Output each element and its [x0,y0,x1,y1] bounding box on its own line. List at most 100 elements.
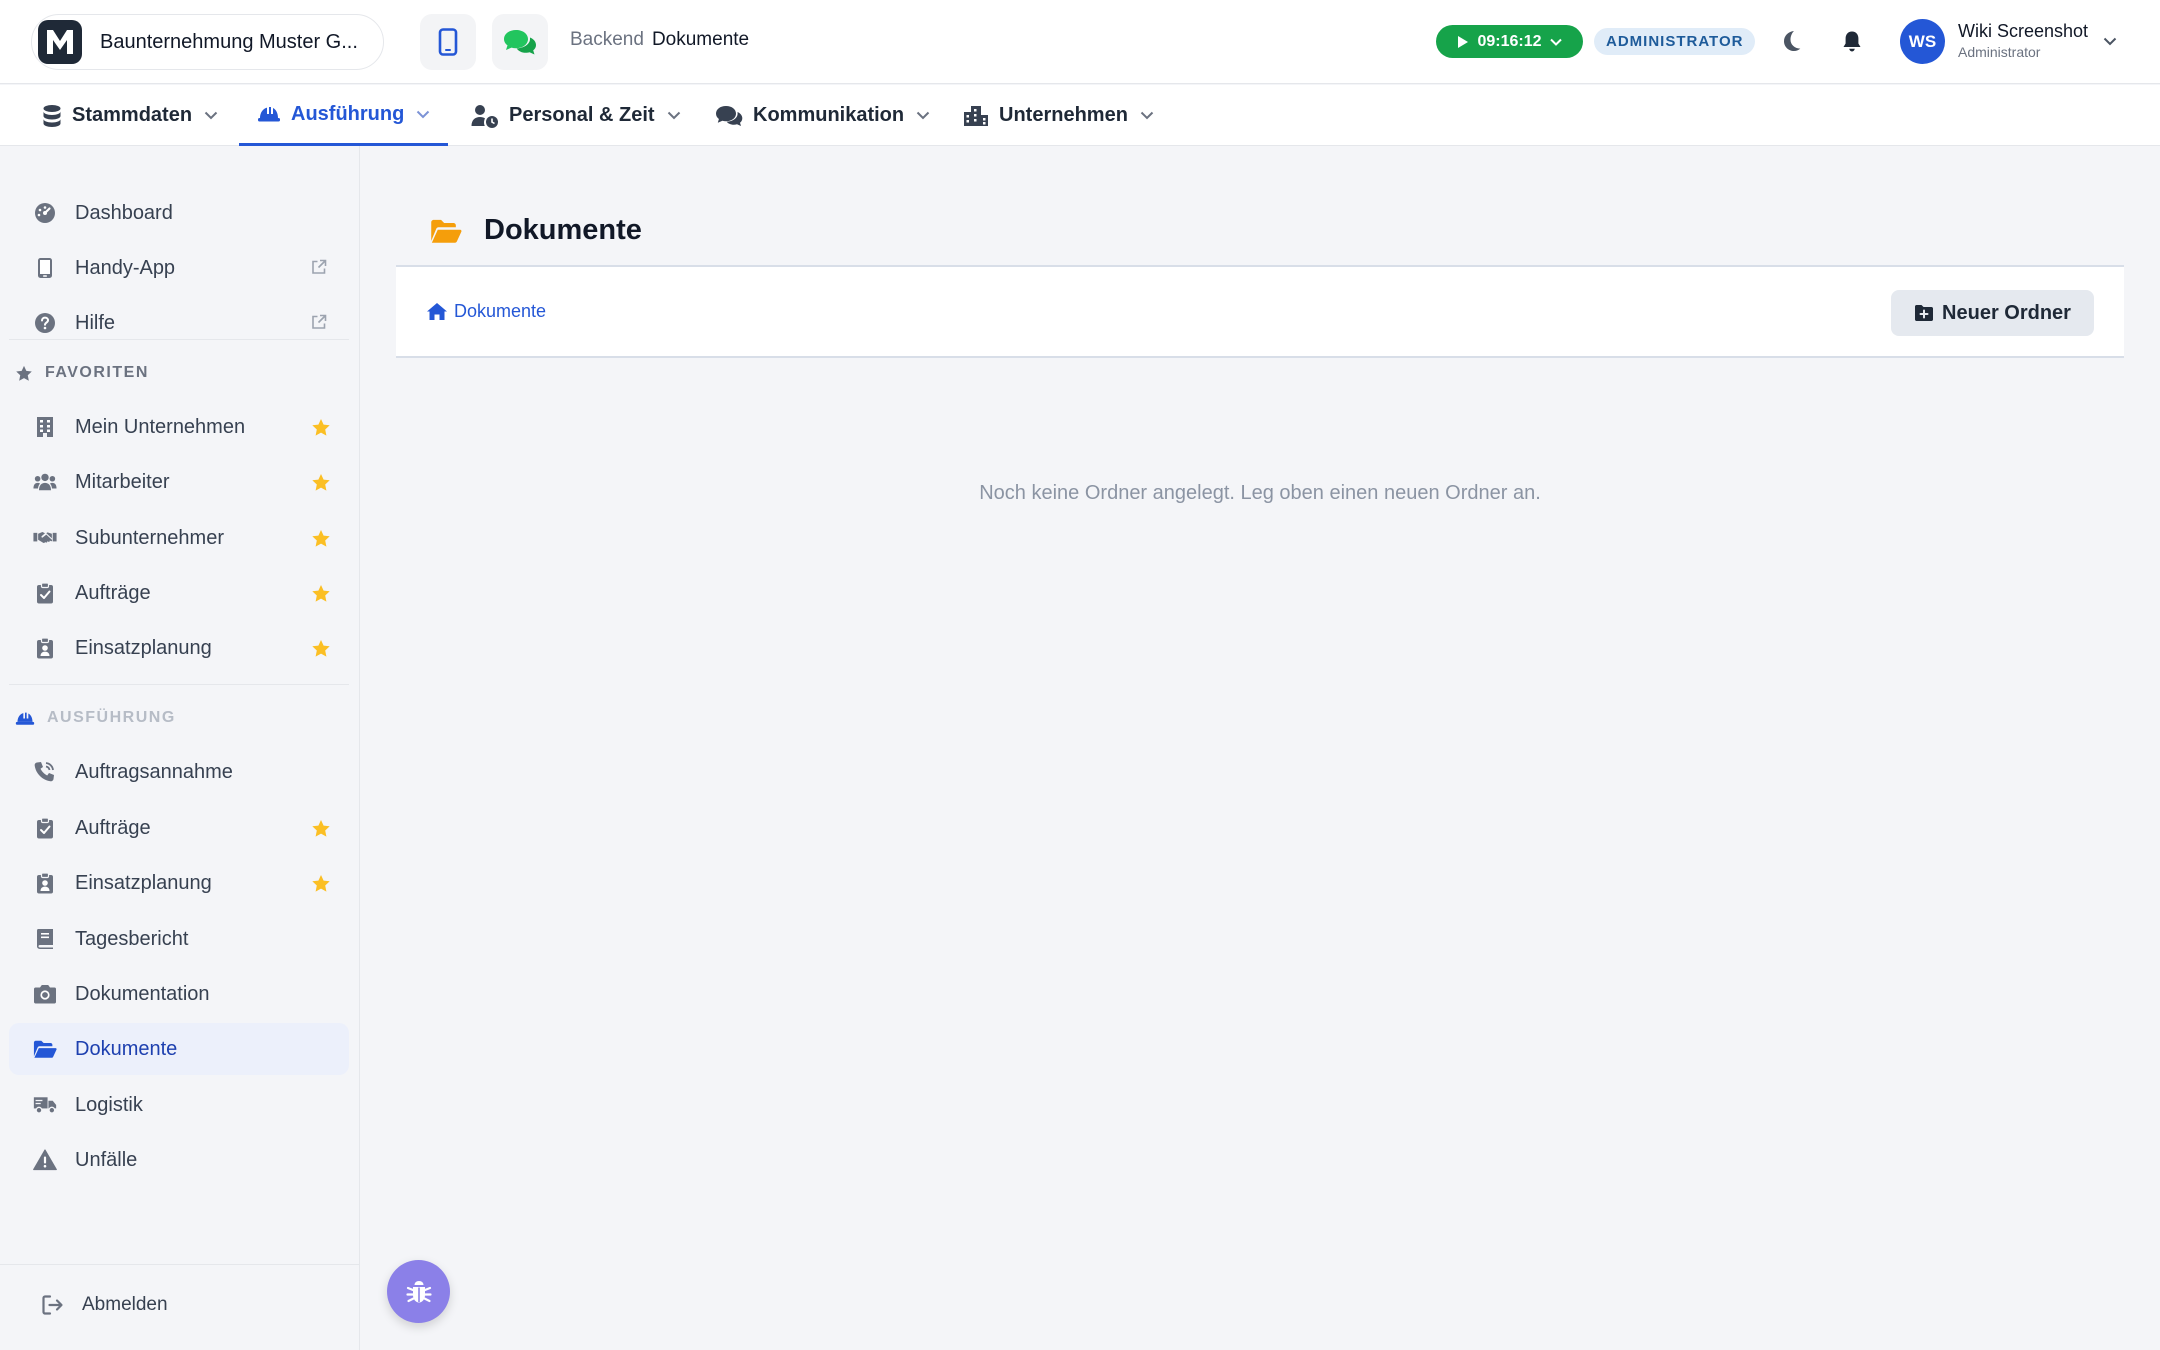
new-folder-label: Neuer Ordner [1942,301,2071,324]
chevron-down-icon [204,111,218,120]
new-folder-button[interactable]: Neuer Ordner [1891,290,2094,336]
star-icon[interactable] [311,418,331,437]
comments-icon [504,30,536,55]
sidebar-item-label: Hilfe [75,311,116,334]
role-badge: ADMINISTRATOR [1594,28,1756,55]
hardhat-icon [258,107,280,122]
nav-unternehmen[interactable]: Unternehmen [963,85,1154,146]
star-icon[interactable] [311,529,331,548]
sidebar-item-label: Mitarbeiter [75,470,170,493]
chevron-down-icon [1549,38,1562,46]
user-avatar[interactable]: WS [1900,19,1945,64]
sidebar-item-handy-app[interactable]: Handy-App [9,242,349,294]
sidebar-item-auftragsannahme[interactable]: Auftragsannahme [9,746,349,798]
page-header: Dokumente [430,214,642,247]
camera-icon [33,982,57,1006]
sidebar-item-label: Tagesbericht [75,927,189,950]
breadcrumb-prefix[interactable]: Backend [570,29,644,50]
sidebar-item-unfaelle[interactable]: Unfälle [9,1134,349,1186]
sidebar-item-dashboard[interactable]: Dashboard [9,187,349,239]
star-icon[interactable] [311,819,331,838]
company-logo [38,20,82,64]
empty-state-message: Noch keine Ordner angelegt. Leg oben ein… [979,482,1541,504]
section-title-text: AUSFÜHRUNG [47,709,176,726]
user-role: Administrator [1958,44,2041,60]
help-icon [33,311,57,335]
bell-icon [1843,31,1861,52]
sidebar-item-einsatzplanung[interactable]: Einsatzplanung [9,857,349,909]
star-icon[interactable] [311,874,331,893]
sidebar-item-dokumente[interactable]: Dokumente [9,1023,349,1075]
sidebar-item-label: Dokumente [75,1037,178,1060]
sign-out-icon [42,1295,63,1315]
sidebar-item-mitarbeiter[interactable]: Mitarbeiter [9,456,349,508]
sidebar-item-tagesbericht[interactable]: Tagesbericht [9,913,349,965]
sidebar-divider [0,1264,359,1265]
sidebar-item-label: Unfälle [75,1148,138,1171]
breadcrumb-home-label: Dokumente [454,301,547,321]
sidebar-item-einsatzplanung-fav[interactable]: Einsatzplanung [9,622,349,674]
book-icon [33,927,57,951]
folder-open-icon [33,1037,57,1061]
star-icon[interactable] [311,584,331,603]
notifications-button[interactable] [1842,30,1862,53]
folder-open-icon [431,219,462,243]
mobile-icon [438,28,458,56]
comments-icon [716,105,743,126]
chevron-down-icon [667,111,680,120]
sidebar-item-label: Dokumentation [75,982,210,1005]
dark-mode-toggle[interactable] [1781,30,1801,52]
chat-button[interactable] [492,14,548,70]
header-breadcrumb: Backend Dokumente [570,29,749,51]
chevron-down-icon [417,110,430,118]
sidebar-item-hilfe[interactable]: Hilfe [9,297,349,349]
company-switcher[interactable]: Baunternehmung Muster G... [31,14,384,70]
timer-value: 09:16:12 [1477,32,1542,50]
sidebar-item-mein-unternehmen[interactable]: Mein Unternehmen [9,401,349,453]
sidebar-item-auftraege-fav[interactable]: Aufträge [9,567,349,619]
main-navigation: Stammdaten Ausführung Personal & Zeit Ko… [0,85,2160,146]
nav-label: Unternehmen [999,104,1128,126]
nav-label: Ausführung [291,102,405,125]
handshake-icon [33,526,57,550]
folder-toolbar: Dokumente Neuer Ordner [396,265,2124,358]
company-name: Baunternehmung Muster G... [100,30,358,53]
bug-icon [405,1280,432,1302]
mobile-icon [33,256,57,280]
folder-breadcrumb[interactable]: Dokumente [426,301,546,322]
database-icon [43,104,61,127]
user-menu-toggle[interactable] [2103,37,2117,46]
nav-stammdaten[interactable]: Stammdaten [42,85,218,146]
nav-kommunikation[interactable]: Kommunikation [715,85,930,146]
star-icon[interactable] [311,473,331,492]
sidebar-divider [9,684,349,685]
sidebar-item-label: Auftragsannahme [75,760,233,783]
sidebar-item-label: Subunternehmer [75,526,224,549]
sidebar-item-label: Handy-App [75,256,176,279]
sidebar-item-logistik[interactable]: Logistik [9,1079,349,1131]
page-title: Dokumente [484,214,642,246]
mobile-app-button[interactable] [420,14,476,70]
favorites-section-title: FAVORITEN [15,364,149,382]
time-tracking-button[interactable]: 09:16:12 [1436,25,1583,58]
external-link-icon [311,259,327,275]
truck-icon [33,1093,57,1117]
nav-label: Stammdaten [72,104,193,126]
section-title-text: FAVORITEN [45,364,149,381]
chevron-down-icon [1140,111,1154,120]
clipboard-check-icon [33,581,57,605]
sidebar-item-dokumentation[interactable]: Dokumentation [9,968,349,1020]
bug-report-button[interactable] [387,1260,450,1323]
user-clock-icon [471,104,498,128]
nav-personal-zeit[interactable]: Personal & Zeit [471,85,681,146]
external-link-icon [311,314,327,330]
user-name[interactable]: Wiki Screenshot [1958,21,2088,42]
nav-ausfuehrung[interactable]: Ausführung [239,85,448,146]
clipboard-user-icon [33,871,57,895]
sidebar-item-label: Logistik [75,1093,143,1116]
sidebar-item-auftraege[interactable]: Aufträge [9,802,349,854]
star-icon[interactable] [311,639,331,658]
sidebar-item-subunternehmer[interactable]: Subunternehmer [9,512,349,564]
logout-button[interactable]: Abmelden [42,1294,168,1316]
sidebar: Dashboard Handy-App Hilfe FAVORITEN Mein… [0,146,360,1350]
